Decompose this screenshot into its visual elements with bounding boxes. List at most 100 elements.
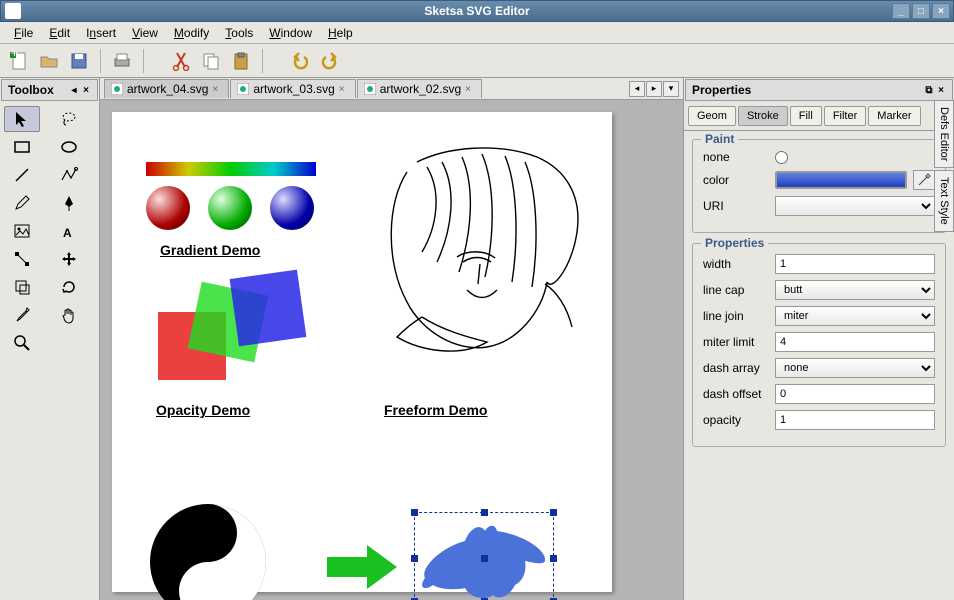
- resize-handle[interactable]: [550, 509, 557, 516]
- cut-button[interactable]: [168, 48, 194, 74]
- paint-none-radio[interactable]: [775, 151, 788, 164]
- resize-handle[interactable]: [411, 509, 418, 516]
- gradient-demo-label: Gradient Demo: [160, 242, 260, 258]
- width-label: width: [703, 257, 769, 271]
- properties-header: Properties ⧉×: [685, 79, 953, 101]
- eyedropper-button[interactable]: [913, 170, 935, 190]
- toolbox-pin-icon[interactable]: ◂: [69, 85, 79, 95]
- rotate-tool[interactable]: [51, 274, 87, 300]
- svg-text:+: +: [11, 51, 18, 60]
- text-tool[interactable]: A: [51, 218, 87, 244]
- hand-tool[interactable]: [51, 302, 87, 328]
- polyline-tool[interactable]: [51, 162, 87, 188]
- tab-close-icon[interactable]: ×: [212, 84, 222, 94]
- freeform-face: [367, 142, 597, 362]
- close-button[interactable]: ×: [932, 3, 950, 19]
- menu-modify[interactable]: Modify: [166, 24, 217, 42]
- opacity-input[interactable]: [775, 410, 935, 430]
- selection-box[interactable]: [414, 512, 554, 600]
- text-style-tab[interactable]: Text Style: [934, 170, 954, 232]
- paint-group: Paint none color URI: [692, 139, 946, 233]
- tab-artwork-04[interactable]: artwork_04.svg ×: [104, 79, 229, 98]
- freeform-demo-label: Freeform Demo: [384, 402, 487, 418]
- pen-tool[interactable]: [51, 190, 87, 216]
- new-button[interactable]: +: [6, 48, 32, 74]
- miterlimit-input[interactable]: [775, 332, 935, 352]
- menu-tools[interactable]: Tools: [217, 24, 261, 42]
- tab-fill[interactable]: Fill: [790, 106, 822, 126]
- dasharray-select[interactable]: none: [775, 358, 935, 378]
- move-tool[interactable]: [51, 246, 87, 272]
- eyedropper-tool[interactable]: [4, 302, 40, 328]
- tab-prev-button[interactable]: ◂: [629, 81, 645, 97]
- svg-file-icon: [237, 83, 249, 95]
- tab-artwork-03[interactable]: artwork_03.svg ×: [230, 79, 355, 98]
- linejoin-select[interactable]: miter: [775, 306, 935, 326]
- app-icon: [5, 3, 21, 19]
- tab-marker[interactable]: Marker: [868, 106, 920, 126]
- pencil-tool[interactable]: [4, 190, 40, 216]
- select-tool[interactable]: [4, 106, 40, 132]
- menu-edit[interactable]: Edit: [41, 24, 78, 42]
- paste-button[interactable]: [228, 48, 254, 74]
- line-tool[interactable]: [4, 162, 40, 188]
- menubar: File Edit Insert View Modify Tools Windo…: [0, 22, 954, 44]
- document-tabs: artwork_04.svg × artwork_03.svg × artwor…: [100, 78, 683, 100]
- width-input[interactable]: [775, 254, 935, 274]
- save-button[interactable]: [66, 48, 92, 74]
- tab-list-button[interactable]: ▾: [663, 81, 679, 97]
- print-button[interactable]: [109, 48, 135, 74]
- dasharray-label: dash array: [703, 361, 769, 375]
- image-tool[interactable]: [4, 218, 40, 244]
- minimize-button[interactable]: _: [892, 3, 910, 19]
- menu-insert[interactable]: Insert: [78, 24, 124, 42]
- resize-handle[interactable]: [481, 555, 488, 562]
- paint-group-title: Paint: [701, 132, 738, 146]
- resize-handle[interactable]: [411, 555, 418, 562]
- blue-sphere: [270, 186, 314, 230]
- window-title: Sketsa SVG Editor: [424, 4, 529, 18]
- resize-handle[interactable]: [481, 509, 488, 516]
- zoom-tool[interactable]: [4, 330, 40, 356]
- toolbox-panel: Toolbox ◂× A: [0, 78, 100, 600]
- yinyang: [148, 502, 268, 600]
- node-tool[interactable]: [4, 246, 40, 272]
- tab-stroke[interactable]: Stroke: [738, 106, 788, 126]
- tab-geom[interactable]: Geom: [688, 106, 736, 126]
- maximize-button[interactable]: □: [912, 3, 930, 19]
- tab-next-button[interactable]: ▸: [646, 81, 662, 97]
- dashoffset-input[interactable]: [775, 384, 935, 404]
- paint-uri-select[interactable]: [775, 196, 935, 216]
- copy-button[interactable]: [198, 48, 224, 74]
- stroke-color-swatch[interactable]: [775, 171, 907, 189]
- defs-editor-tab[interactable]: Defs Editor: [934, 100, 954, 168]
- svg-file-icon: [364, 83, 376, 95]
- lasso-tool[interactable]: [51, 106, 87, 132]
- linecap-select[interactable]: butt: [775, 280, 935, 300]
- canvas-viewport[interactable]: Gradient Demo Opacity Demo: [100, 100, 683, 600]
- open-button[interactable]: [36, 48, 62, 74]
- menu-help[interactable]: Help: [320, 24, 361, 42]
- redo-button[interactable]: [317, 48, 343, 74]
- rectangle-tool[interactable]: [4, 134, 40, 160]
- menu-file[interactable]: File: [6, 24, 41, 42]
- tab-close-icon[interactable]: ×: [465, 84, 475, 94]
- menu-window[interactable]: Window: [261, 24, 320, 42]
- undo-button[interactable]: [287, 48, 313, 74]
- opacity-demo-label: Opacity Demo: [156, 402, 250, 418]
- ellipse-tool[interactable]: [51, 134, 87, 160]
- tab-artwork-02[interactable]: artwork_02.svg ×: [357, 79, 482, 98]
- properties-pin-icon[interactable]: ⧉: [924, 85, 934, 95]
- transform-tool[interactable]: [4, 274, 40, 300]
- toolbox-close-icon[interactable]: ×: [81, 85, 91, 95]
- green-sphere: [208, 186, 252, 230]
- paint-color-label: color: [703, 173, 769, 187]
- gradient-bar: [146, 162, 316, 176]
- tab-filter[interactable]: Filter: [824, 106, 866, 126]
- properties-close-icon[interactable]: ×: [936, 85, 946, 95]
- canvas[interactable]: Gradient Demo Opacity Demo: [112, 112, 612, 592]
- properties-title: Properties: [692, 83, 751, 97]
- menu-view[interactable]: View: [124, 24, 166, 42]
- tab-close-icon[interactable]: ×: [339, 84, 349, 94]
- resize-handle[interactable]: [550, 555, 557, 562]
